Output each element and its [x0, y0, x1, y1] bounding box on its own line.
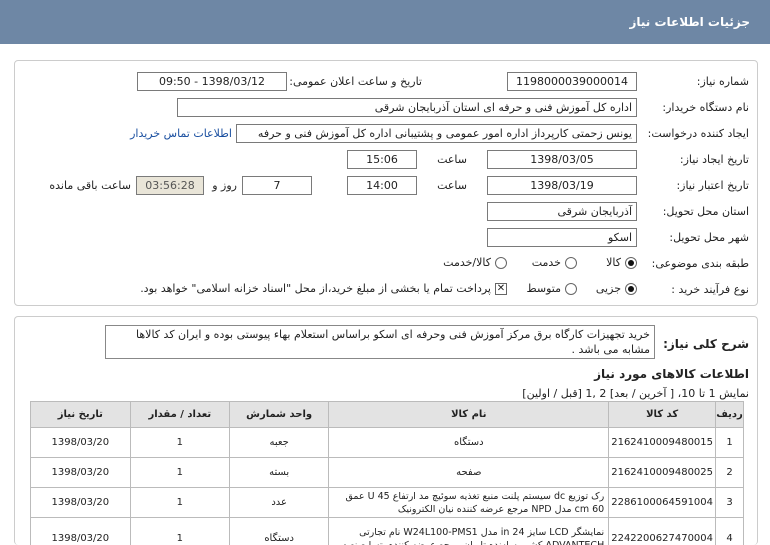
creator-label: ایجاد کننده درخواست: — [647, 127, 749, 140]
page-title: جزئیات اطلاعات نیاز — [629, 15, 750, 29]
city-field: اسکو — [487, 228, 637, 247]
cell-unit: عدد — [228, 487, 330, 518]
create-time-label: ساعت — [437, 153, 467, 166]
table-row: 3 2286100064591004 رک توزیع dc سیستم پلن… — [30, 487, 744, 518]
table-header-row: ردیف کد کالا نام کالا واحد شمارش تعداد /… — [30, 401, 744, 428]
days-word: روز و — [212, 179, 237, 192]
cell-code: 2162410009480015 — [608, 427, 717, 458]
table-row: 1 2162410009480015 دستگاه جعبه 1 1398/03… — [30, 427, 744, 458]
process-minor-radio[interactable]: جزیی — [596, 282, 637, 295]
col-name: نام کالا — [328, 401, 610, 428]
cell-date: 1398/03/20 — [30, 487, 131, 518]
need-number-field: 1198000039000014 — [507, 72, 637, 91]
radio-selected-icon — [625, 282, 637, 295]
description-label: شرح کلی نیاز: — [663, 337, 749, 351]
radio-icon — [565, 256, 577, 269]
contact-buyer-link[interactable]: اطلاعات تماس خریدار — [130, 127, 232, 140]
buyer-field: اداره کل آموزش فنی و حرفه ای استان آذربا… — [177, 98, 637, 117]
cell-code: 2286100064591004 — [608, 487, 717, 518]
cell-date: 1398/03/20 — [30, 427, 131, 458]
process-label: نوع فرآیند خرید : — [671, 283, 749, 296]
cell-row: 4 — [715, 517, 744, 545]
cell-row: 1 — [715, 427, 744, 458]
process-medium-radio[interactable]: متوسط — [526, 282, 577, 295]
table-row: 4 2242200627470004 نمایشگر LCD سایز 24 i… — [30, 517, 744, 545]
col-unit: واحد شمارش — [228, 401, 330, 428]
need-number-label: شماره نیاز: — [696, 75, 749, 88]
city-label: شهر محل تحویل: — [669, 231, 749, 244]
checkbox-icon: ✕ — [495, 282, 507, 295]
category-service-radio[interactable]: خدمت — [532, 256, 577, 269]
goods-title: اطلاعات کالاهای مورد نیاز — [594, 367, 749, 381]
validity-time-label: ساعت — [437, 179, 467, 192]
cell-unit: جعبه — [228, 427, 330, 458]
col-row: ردیف — [715, 401, 744, 428]
description-text: خرید تجهیزات کارگاه برق مرکز آموزش فنی و… — [105, 325, 655, 359]
need-details-panel: شماره نیاز: 1198000039000014 تاریخ و ساع… — [14, 60, 758, 306]
treasury-payment-checkbox[interactable]: ✕ پرداخت تمام یا بخشی از مبلغ خرید،از محل… — [140, 282, 507, 295]
category-goods-radio[interactable]: کالا — [606, 256, 637, 269]
cell-unit: بسته — [228, 457, 330, 488]
col-code: کد کالا — [608, 401, 717, 428]
col-qty: تعداد / مقدار — [129, 401, 230, 428]
cell-date: 1398/03/20 — [30, 517, 131, 545]
validity-time-field: 14:00 — [347, 176, 417, 195]
province-label: استان محل تحویل: — [662, 205, 749, 218]
province-field: آذربایجان شرقی — [487, 202, 637, 221]
cell-row: 2 — [715, 457, 744, 488]
cell-date: 1398/03/20 — [30, 457, 131, 488]
category-goods-service-radio[interactable]: کالا/خدمت — [443, 256, 507, 269]
cell-name: صفحه — [328, 457, 610, 488]
cell-name: دستگاه — [328, 427, 610, 458]
announce-label: تاریخ و ساعت اعلان عمومی: — [289, 75, 422, 88]
cell-unit: دستگاه — [228, 517, 330, 545]
create-date-label: تاریخ ایجاد نیاز: — [679, 153, 749, 166]
validity-date-label: تاریخ اعتبار نیاز: — [676, 179, 749, 192]
table-row: 2 2162410009480025 صفحه بسته 1 1398/03/2… — [30, 457, 744, 488]
days-field: 7 — [242, 176, 312, 195]
cell-qty: 1 — [129, 457, 230, 488]
validity-date-field: 1398/03/19 — [487, 176, 637, 195]
creator-field: یونس زحمتی کارپرداز اداره امور عمومی و پ… — [236, 124, 637, 143]
cell-code: 2242200627470004 — [608, 517, 717, 545]
remaining-label: ساعت باقی مانده — [49, 179, 131, 192]
announce-field: 1398/03/12 - 09:50 — [137, 72, 287, 91]
pagination[interactable]: نمایش 1 تا 10، [ آخرین / بعد] 2 ,1 [قبل … — [522, 387, 749, 400]
create-time-field: 15:06 — [347, 150, 417, 169]
create-date-field: 1398/03/05 — [487, 150, 637, 169]
remaining-time-field: 03:56:28 — [136, 176, 204, 195]
cell-qty: 1 — [129, 487, 230, 518]
page-header: جزئیات اطلاعات نیاز — [0, 0, 770, 44]
buyer-label: نام دستگاه خریدار: — [662, 101, 749, 114]
cell-name: رک توزیع dc سیستم پلنت منبع تغذیه سوئیچ … — [328, 487, 610, 518]
radio-icon — [495, 256, 507, 269]
cell-row: 3 — [715, 487, 744, 518]
cell-name: نمایشگر LCD سایز 24 in مدل W24L100-PMS1 … — [328, 517, 610, 545]
goods-table: ردیف کد کالا نام کالا واحد شمارش تعداد /… — [30, 401, 744, 545]
cell-qty: 1 — [129, 427, 230, 458]
col-date: تاریخ نیاز — [30, 401, 131, 428]
category-label: طبقه بندی موضوعی: — [651, 257, 749, 270]
cell-code: 2162410009480025 — [608, 457, 717, 488]
cell-qty: 1 — [129, 517, 230, 545]
radio-selected-icon — [625, 256, 637, 269]
radio-icon — [565, 282, 577, 295]
